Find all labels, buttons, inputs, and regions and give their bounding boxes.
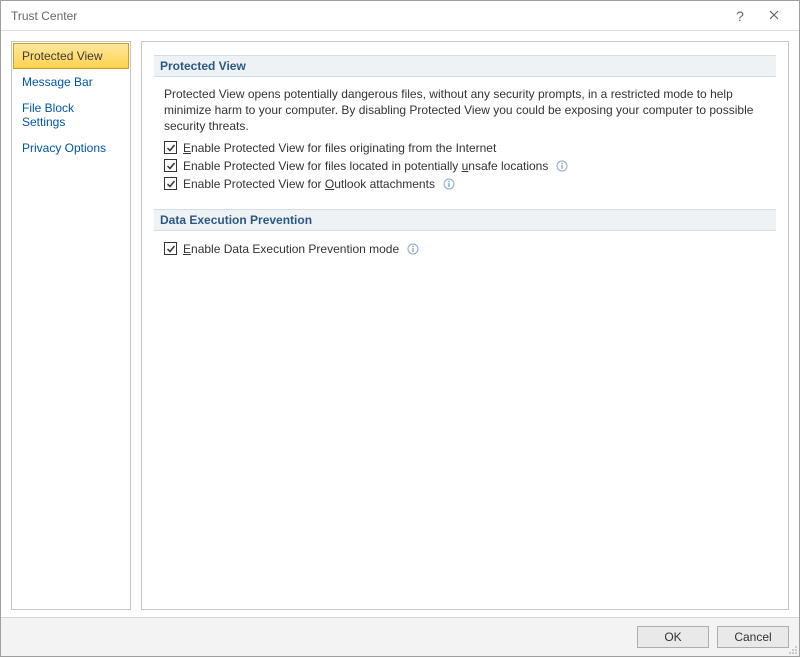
checkbox-icon bbox=[164, 242, 177, 255]
dialog-footer: OK Cancel bbox=[1, 617, 799, 656]
sidebar-item-label: Privacy Options bbox=[22, 141, 106, 155]
check-unsafe-locations[interactable]: Enable Protected View for files located … bbox=[154, 157, 776, 175]
info-icon[interactable] bbox=[407, 243, 419, 255]
sidebar-item-protected-view[interactable]: Protected View bbox=[13, 43, 129, 69]
category-sidebar: Protected View Message Bar File Block Se… bbox=[11, 41, 131, 610]
section-heading-dep: Data Execution Prevention bbox=[154, 209, 776, 231]
section-heading-protected-view: Protected View bbox=[154, 55, 776, 77]
cancel-button[interactable]: Cancel bbox=[717, 626, 789, 648]
check-label: Enable Protected View for files located … bbox=[183, 159, 548, 173]
sidebar-item-file-block-settings[interactable]: File Block Settings bbox=[13, 95, 129, 135]
sidebar-item-label: File Block Settings bbox=[22, 101, 74, 129]
help-button[interactable]: ? bbox=[723, 1, 757, 31]
sidebar-item-label: Protected View bbox=[22, 49, 103, 63]
dialog-content: Protected View Message Bar File Block Se… bbox=[1, 31, 799, 617]
check-dep-mode[interactable]: Enable Data Execution Prevention mode bbox=[154, 240, 776, 258]
checkbox-icon bbox=[164, 177, 177, 190]
sidebar-item-label: Message Bar bbox=[22, 75, 93, 89]
info-icon[interactable] bbox=[556, 160, 568, 172]
close-icon bbox=[769, 9, 779, 23]
ok-button[interactable]: OK bbox=[637, 626, 709, 648]
titlebar: Trust Center ? bbox=[1, 1, 799, 31]
check-outlook-attachments[interactable]: Enable Protected View for Outlook attach… bbox=[154, 175, 776, 193]
check-label: Enable Protected View for Outlook attach… bbox=[183, 177, 435, 191]
section-description: Protected View opens potentially dangero… bbox=[154, 86, 776, 139]
sidebar-item-privacy-options[interactable]: Privacy Options bbox=[13, 135, 129, 161]
close-button[interactable] bbox=[757, 1, 791, 31]
check-internet-files[interactable]: Enable Protected View for files originat… bbox=[154, 139, 776, 157]
check-label: Enable Data Execution Prevention mode bbox=[183, 242, 399, 256]
sidebar-item-message-bar[interactable]: Message Bar bbox=[13, 69, 129, 95]
checkbox-icon bbox=[164, 141, 177, 154]
dialog-title: Trust Center bbox=[11, 9, 723, 23]
info-icon[interactable] bbox=[443, 178, 455, 190]
check-label: Enable Protected View for files originat… bbox=[183, 141, 496, 155]
settings-panel: Protected View Protected View opens pote… bbox=[141, 41, 789, 610]
checkbox-icon bbox=[164, 159, 177, 172]
